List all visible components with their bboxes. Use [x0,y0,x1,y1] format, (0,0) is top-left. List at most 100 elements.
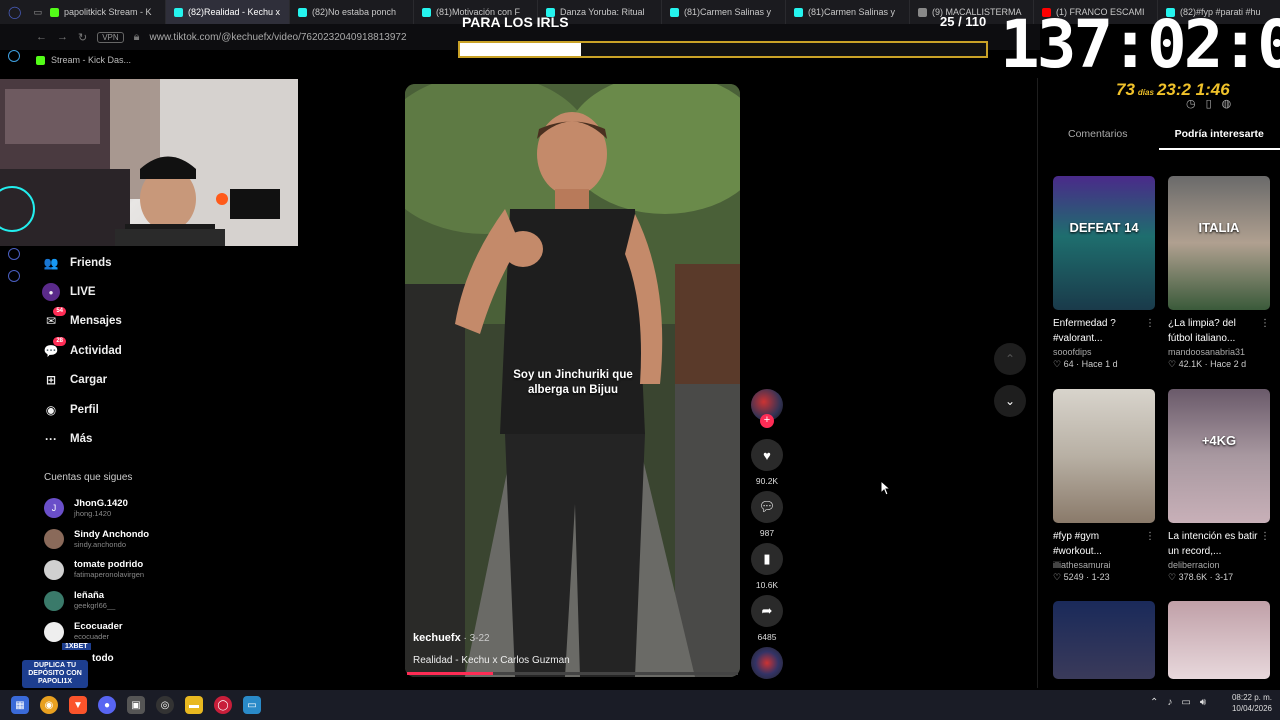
more-options-icon[interactable]: ⋮ [1260,529,1270,544]
video-thumbnail[interactable] [1053,601,1155,679]
video-card-likes: 5249 [1063,572,1084,582]
tab-favicon-icon [49,7,59,17]
video-sound[interactable]: Realidad - Kechu x Carlos Guzman [413,655,570,666]
video-card-title[interactable]: ¿La limpia? del fútbol italiano... ⋮ [1168,316,1270,346]
browser-tab[interactable]: papolitkick Stream - K [42,0,166,24]
video-card-author[interactable]: sooofdips [1053,347,1155,357]
browser-logo-icon[interactable]: ◯ [8,5,21,19]
see-all-link[interactable]: todo [92,653,114,664]
start-icon[interactable]: ▦ [11,696,29,714]
more-options-icon[interactable]: ⋮ [1260,316,1270,331]
forward-icon[interactable]: → [57,31,68,43]
opera-icon[interactable]: ◯ [214,696,232,714]
video-card[interactable]: DEFEAT 14 Enfermedad ? #valorant... ⋮ sooof… [1053,176,1155,370]
video-card[interactable] [1168,601,1270,679]
obs-icon[interactable]: ◎ [156,696,174,714]
comment-icon[interactable]: 💬︎ [751,491,783,523]
following-item[interactable]: leñaña geekgrl66__ [44,585,244,616]
video-card-title[interactable]: Enfermedad ? #valorant... ⋮ [1053,316,1155,346]
browser-tab[interactable]: (81)Carmen Salinas y [786,0,910,24]
follow-plus-icon[interactable]: + [760,414,774,428]
url-field[interactable]: www.tiktok.com/@kechuefx/video/762023204… [150,32,407,43]
nav-item-mensajes[interactable]: ✉ 54 Mensajes [42,307,272,336]
following-item[interactable]: tomate podrido fatimaperonolavirgen [44,555,244,586]
following-handle: ecocuader [74,632,110,642]
tab-list-icon[interactable]: ▭ [33,7,42,18]
nav-item-más[interactable]: ··· Más [42,424,272,453]
video-card[interactable]: +4KG La intención es batir un record,... ⋮… [1168,389,1270,583]
back-icon[interactable]: ← [36,31,47,43]
video-card-author[interactable]: illiathesamurai [1053,560,1155,570]
previous-video-button[interactable]: ⌃ [994,343,1026,375]
video-card[interactable]: ITALIA ¿La limpia? del fútbol italiano...… [1168,176,1270,370]
tab-recommended[interactable]: Podría interesarte [1158,128,1280,150]
video-thumbnail[interactable] [1053,389,1155,523]
video-thumbnail[interactable]: +4KG [1168,389,1270,523]
browser-tab[interactable]: (82)No estaba ponch [290,0,414,24]
nav-item-live[interactable]: ● LIVE [42,277,272,306]
more-icon: ··· [45,432,57,447]
video-author-name[interactable]: kechuefx [413,632,461,644]
timer-icon[interactable]: ◷ [1186,97,1196,110]
phone-icon[interactable]: ▯ [1206,97,1212,110]
sidebar-app-icon[interactable] [8,248,20,260]
monitor-icon[interactable]: ▭ [243,696,261,714]
sidebar-settings-icon[interactable] [8,270,20,282]
system-clock[interactable]: 08:22 p. m. 10/04/2026 [1232,692,1272,714]
nav-item-cargar[interactable]: ⊞ Cargar [42,366,272,395]
app-icon[interactable]: ◉ [40,696,58,714]
video-card-author[interactable]: deliberracion [1168,560,1270,570]
video-card-author[interactable]: mandoosanabria31 [1168,347,1270,357]
video-thumbnail[interactable]: ITALIA [1168,176,1270,310]
volume-icon[interactable]: 🔊︎ [1200,697,1206,708]
promo-banner[interactable]: DUPLICA TU DEPÓSITO CON PAPOLI1X [22,660,88,688]
video-card-title[interactable]: #fyp #gym #workout... ⋮ [1053,529,1155,559]
tab-label: (82)Realidad - Kechu x [187,7,281,17]
bookmark-item[interactable]: Stream - Kick Das... [51,55,131,65]
following-item[interactable]: J JhonG.1420 jhong.1420 [44,493,244,524]
video-card-title[interactable]: La intención es batir un record,... ⋮ [1168,529,1270,559]
store-icon[interactable]: ▣ [127,696,145,714]
notification-badge: 28 [53,336,66,346]
browser-tab[interactable]: (82)Realidad - Kechu x [165,0,290,24]
nav-item-perfil[interactable]: ◉ Perfil [42,395,272,424]
user-avatar-icon[interactable]: ◍ [1222,97,1232,110]
nav-item-friends[interactable]: 👥 Friends [42,248,272,277]
share-icon[interactable]: ➦ [751,595,783,627]
heart-icon[interactable]: ♥ [751,439,783,471]
next-video-button[interactable]: ⌄ [994,385,1026,417]
nav-item-actividad[interactable]: 💬 28 Actividad [42,336,272,365]
browser-tab[interactable]: (81)Carmen Salinas y [662,0,786,24]
tray-arrow-icon[interactable]: ⌃ [1150,697,1158,708]
folder-icon[interactable]: ▬ [185,696,203,714]
reload-icon[interactable]: ↻ [78,31,87,44]
network-icon[interactable]: ▭ [1181,697,1190,708]
tab-comments[interactable]: Comentarios [1037,128,1159,150]
like-action: ♥ 90.2K [751,439,783,486]
video-thumbnail[interactable] [1168,601,1270,679]
more-options-icon[interactable]: ⋮ [1145,529,1155,544]
clock-date: 10/04/2026 [1231,704,1272,713]
bookmark-icon[interactable]: ▮ [751,543,783,575]
overlay-goal-count: 25 / 110 [940,14,987,29]
music-disc-icon[interactable] [751,647,783,679]
following-item[interactable]: Sindy Anchondo sindy.anchondo [44,524,244,555]
bookmarks-bar: Stream - Kick Das... [0,50,300,70]
activity-icon: 💬 28 [42,336,66,360]
overlay-goal-bar [458,41,988,58]
tabbar-controls: ◯ ▭ [0,0,42,24]
video-progress-bar[interactable] [407,672,738,675]
tab-favicon-icon [421,7,431,17]
more-options-icon[interactable]: ⋮ [1145,316,1155,331]
brave-icon[interactable]: ▼ [69,696,87,714]
vpn-badge[interactable]: VPN [97,31,124,43]
discord-icon[interactable]: ● [98,696,116,714]
video-card[interactable] [1053,601,1155,679]
nav-item-label: Friends [70,256,112,269]
video-card[interactable]: #fyp #gym #workout... ⋮ illiathesamurai ♡ 5… [1053,389,1155,583]
mic-icon[interactable]: ♪ [1167,697,1172,708]
video-card-title-text: La intención es batir un record,... [1168,531,1258,557]
video-thumbnail[interactable]: DEFEAT 14 [1053,176,1155,310]
video-author[interactable]: kechuefx · 3-22 [413,632,490,644]
following-name: JhonG.1420 [74,497,128,509]
